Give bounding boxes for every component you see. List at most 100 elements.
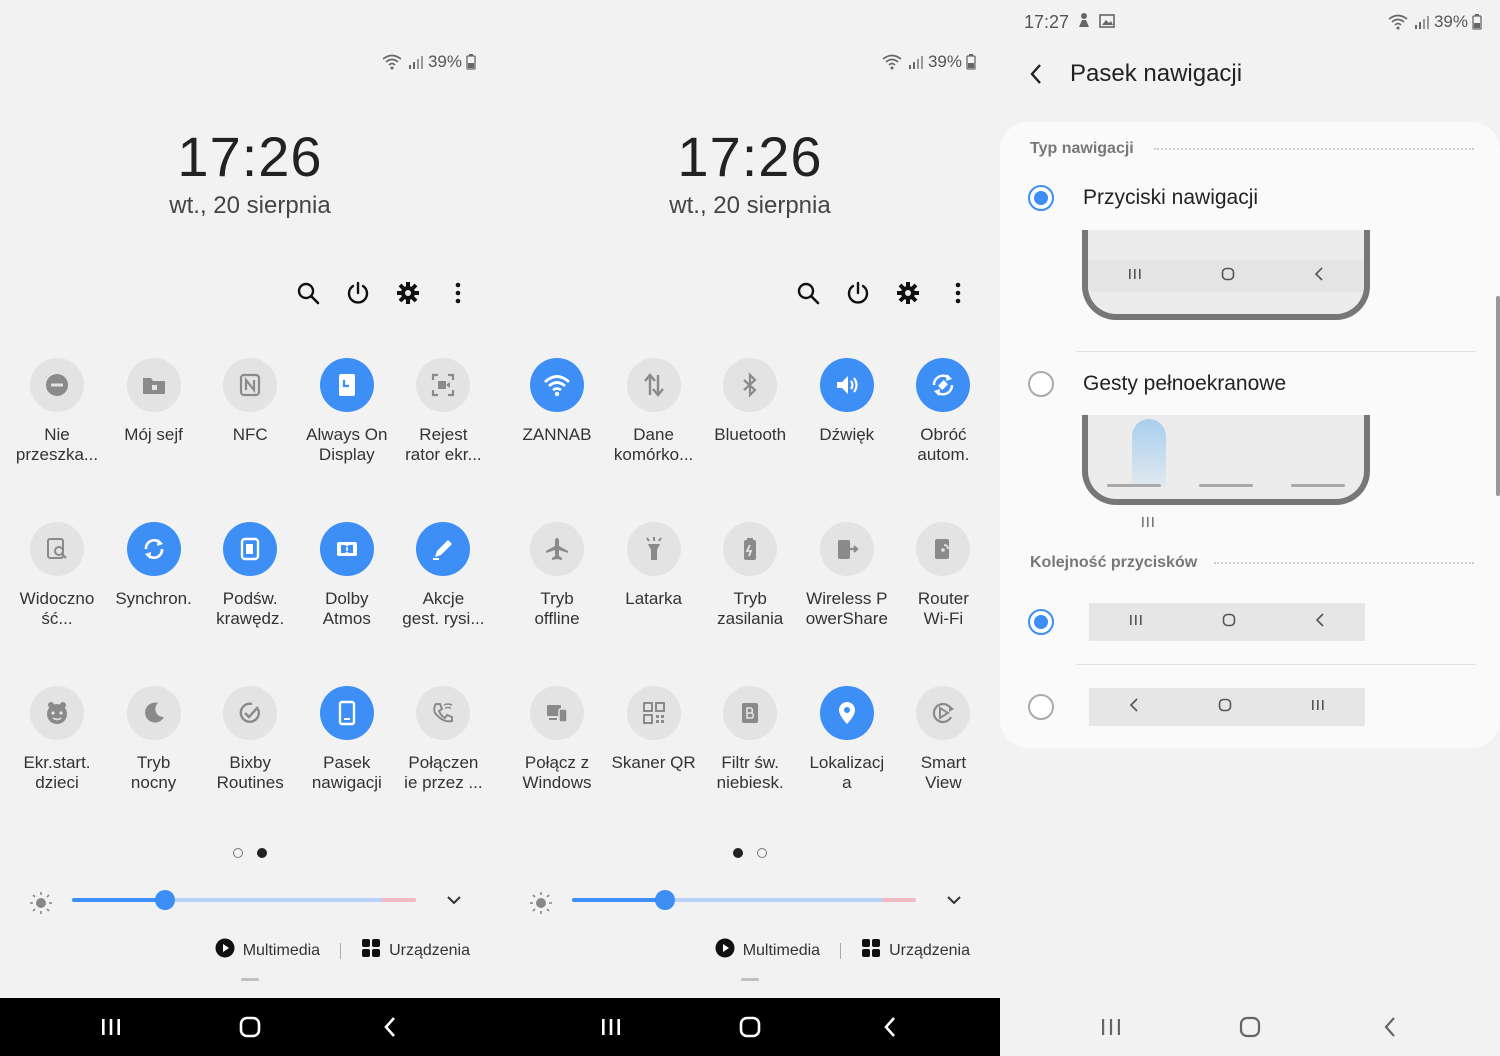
drag-handle[interactable] [741,978,759,981]
smart-view-icon[interactable] [916,686,971,740]
qr-icon[interactable] [626,686,681,740]
wifi-icon[interactable] [530,358,584,412]
devices-button[interactable]: Urządzenia [861,938,970,963]
data-arrows-icon[interactable] [626,358,681,412]
tile-smart-view[interactable]: Smart View [894,686,992,793]
back-icon[interactable] [370,1010,410,1044]
radio-fullscreen-gestures[interactable] [1028,371,1054,397]
tile-data-arrows[interactable]: Dane komórko... [605,358,703,465]
buttons-preview[interactable] [1082,230,1370,320]
scrollbar[interactable] [1496,296,1500,496]
more-options-icon[interactable] [444,279,472,307]
tile-power-mode[interactable]: Tryb zasilania [701,522,799,629]
clock-screen-icon[interactable] [319,358,374,412]
recents-icon[interactable] [1091,1010,1131,1044]
recents-icon[interactable] [591,1010,631,1044]
tile-powershare[interactable]: Wireless P owerShare [798,522,896,629]
sync-icon[interactable] [126,522,181,576]
tile-nfc[interactable]: NFC [201,358,299,445]
power-mode-icon[interactable] [723,522,778,576]
tile-minus-circle[interactable]: Nie przeszka... [8,358,106,465]
chevron-down-icon[interactable] [944,890,964,910]
order-standard-preview[interactable] [1089,603,1365,641]
order-reversed-preview[interactable] [1089,688,1365,726]
tile-rotate[interactable]: Obróć autom. [894,358,992,465]
gear-icon[interactable] [894,279,922,307]
back-icon[interactable] [870,1010,910,1044]
powershare-icon[interactable] [819,522,874,576]
home-icon[interactable] [230,1010,270,1044]
brightness-thumb[interactable] [654,890,675,910]
airplane-icon[interactable] [530,522,584,576]
phone-nav-icon[interactable] [319,686,374,740]
media-output-button[interactable]: Multimedia [715,938,820,963]
home-icon[interactable] [1230,1010,1270,1044]
location-icon[interactable] [819,686,874,740]
nfc-icon[interactable] [223,358,278,412]
chevron-down-icon[interactable] [444,890,464,910]
tile-sync[interactable]: Synchron. [105,522,203,609]
brightness-slider[interactable] [572,890,916,910]
hotspot-icon[interactable] [916,522,971,576]
tile-routine-check[interactable]: Bixby Routines [201,686,299,793]
option-fullscreen-gestures[interactable]: Gesty pełnoekranowe [1083,372,1286,396]
blue-filter-icon[interactable] [723,686,778,740]
tile-edge-lighting[interactable]: Podśw. krawędz. [201,522,299,629]
tile-folder-lock[interactable]: Mój sejf [105,358,203,445]
brightness-slider[interactable] [72,890,416,910]
gestures-preview[interactable] [1082,415,1370,505]
tile-flashlight[interactable]: Latarka [605,522,703,609]
tile-hotspot[interactable]: Router Wi-Fi [894,522,992,629]
gear-icon[interactable] [394,279,422,307]
rotate-icon[interactable] [916,358,971,412]
radio-order-reversed[interactable] [1028,694,1054,720]
tile-moon[interactable]: Tryb nocny [105,686,203,793]
tile-link-windows[interactable]: Połącz z Windows [508,686,606,793]
tile-qr[interactable]: Skaner QR [605,686,703,773]
tile-airplane[interactable]: Tryb offline [508,522,606,629]
more-options-icon[interactable] [944,279,972,307]
tile-blue-filter[interactable]: Filtr św. niebiesk. [701,686,799,793]
recents-icon[interactable] [91,1010,131,1044]
devices-button[interactable]: Urządzenia [361,938,470,963]
pen-icon[interactable] [416,522,471,576]
tile-wifi[interactable]: ZANNAB [508,358,606,445]
home-icon[interactable] [730,1010,770,1044]
moon-icon[interactable] [126,686,181,740]
brightness-thumb[interactable] [154,890,175,910]
tile-speaker[interactable]: Dźwięk [798,358,896,445]
page-dot[interactable] [757,848,767,858]
link-windows-icon[interactable] [530,686,584,740]
wifi-call-icon[interactable] [416,686,471,740]
tile-phone-nav[interactable]: Pasek nawigacji [298,686,396,793]
dolby-icon[interactable] [319,522,374,576]
visibility-search-icon[interactable] [30,522,84,576]
minus-circle-icon[interactable] [30,358,84,412]
back-arrow-icon[interactable] [1028,60,1052,88]
media-output-button[interactable]: Multimedia [215,938,320,963]
screen-record-icon[interactable] [416,358,471,412]
flashlight-icon[interactable] [626,522,681,576]
tile-visibility-search[interactable]: Widoczno ść... [8,522,106,629]
kids-face-icon[interactable] [30,686,84,740]
drag-handle[interactable] [241,978,259,981]
tile-kids-face[interactable]: Ekr.start. dzieci [8,686,106,793]
tile-clock-screen[interactable]: Always On Display [298,358,396,465]
tile-dolby[interactable]: Dolby Atmos [298,522,396,629]
page-dot[interactable] [233,848,243,858]
search-icon[interactable] [294,279,322,307]
routine-check-icon[interactable] [223,686,278,740]
page-dot-active[interactable] [733,848,743,858]
option-navigation-buttons[interactable]: Przyciski nawigacji [1083,186,1258,210]
bluetooth-icon[interactable] [723,358,778,412]
edge-lighting-icon[interactable] [223,522,278,576]
tile-location[interactable]: Lokalizacj a [798,686,896,793]
search-icon[interactable] [794,279,822,307]
page-dot-active[interactable] [257,848,267,858]
power-icon[interactable] [844,279,872,307]
speaker-icon[interactable] [819,358,874,412]
back-icon[interactable] [1370,1010,1410,1044]
power-icon[interactable] [344,279,372,307]
radio-order-standard[interactable] [1028,609,1054,635]
folder-lock-icon[interactable] [126,358,181,412]
